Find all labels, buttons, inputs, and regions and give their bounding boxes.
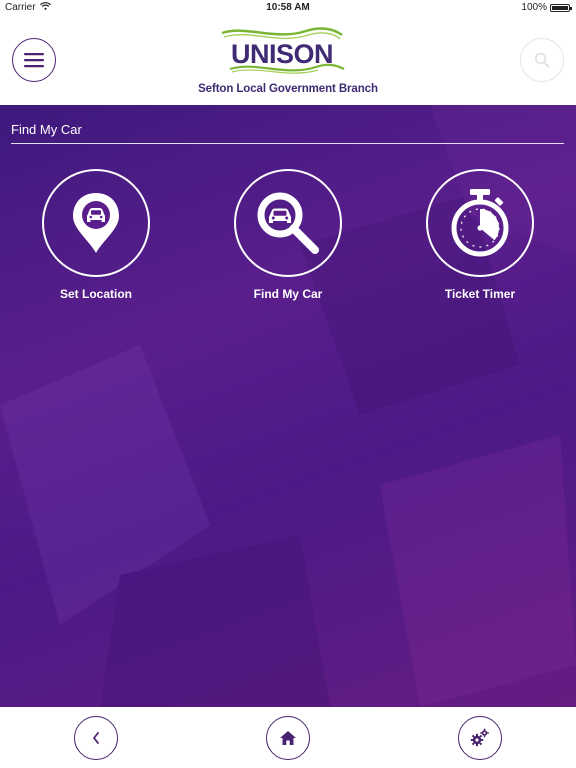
status-time: 10:58 AM (266, 2, 310, 13)
app-header: UNISON Sefton Local Government Branch (0, 16, 576, 105)
stopwatch-icon (451, 189, 509, 257)
car-magnifier-icon (257, 192, 319, 254)
logo-text: UNISON (231, 39, 333, 69)
unison-logo: UNISON (221, 27, 345, 74)
section-title: Find My Car (11, 122, 82, 137)
search-icon (534, 52, 550, 68)
find-my-car-label: Find My Car (253, 287, 323, 301)
bottom-navigation (0, 707, 576, 768)
hamburger-menu-icon (24, 53, 44, 68)
status-right: 100% (521, 2, 572, 13)
menu-button[interactable] (12, 38, 56, 82)
main-content: Find My Car Set Location Find My Car Tic… (0, 105, 576, 707)
gears-icon (470, 728, 489, 747)
home-button[interactable] (266, 716, 310, 760)
battery-percent: 100% (521, 2, 547, 13)
find-my-car-circle[interactable] (234, 169, 342, 277)
ticket-timer-circle[interactable] (426, 169, 534, 277)
chevron-left-icon (93, 732, 99, 744)
app-screen: Carrier 10:58 AM 100% UNISON Sefton Loca… (0, 0, 576, 768)
set-location-tile[interactable]: Set Location (26, 169, 166, 301)
branch-name: Sefton Local Government Branch (198, 83, 378, 95)
set-location-label: Set Location (59, 287, 132, 301)
search-button[interactable] (520, 38, 564, 82)
home-icon (280, 731, 296, 745)
settings-button[interactable] (458, 716, 502, 760)
battery-icon (550, 3, 572, 12)
set-location-circle[interactable] (42, 169, 150, 277)
battery-fill (552, 5, 568, 10)
ticket-timer-label: Ticket Timer (444, 287, 516, 301)
find-my-car-tile[interactable]: Find My Car (218, 169, 358, 301)
status-bar: Carrier 10:58 AM 100% (0, 0, 576, 16)
car-location-pin-icon (73, 193, 119, 253)
back-button[interactable] (74, 716, 118, 760)
ticket-timer-tile[interactable]: Ticket Timer (410, 169, 550, 301)
section-divider (11, 143, 564, 144)
